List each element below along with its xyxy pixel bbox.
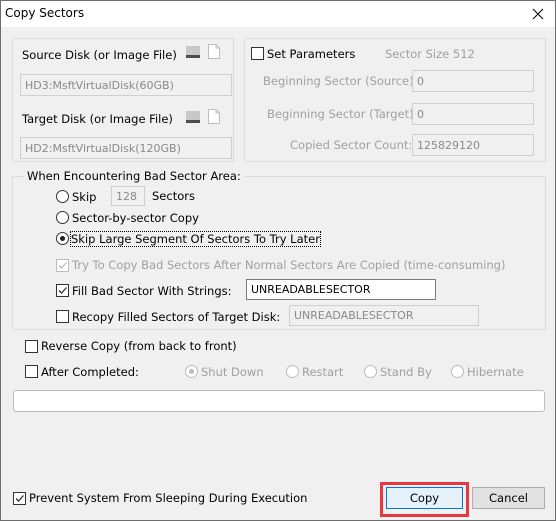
try-copy-bad-sectors-checkbox[interactable] <box>56 259 69 272</box>
beginning-sector-target-label: Beginning Sector (Target): <box>267 107 418 121</box>
file-icon <box>208 109 220 124</box>
shut-down-label: Shut Down <box>201 365 264 379</box>
source-disk-field[interactable]: HD3:MsftVirtualDisk(60GB) <box>20 74 232 96</box>
after-completed-checkbox[interactable] <box>25 365 38 378</box>
fill-bad-sector-checkbox[interactable] <box>56 284 69 297</box>
progress-bar <box>13 390 545 412</box>
set-parameters-checkbox[interactable] <box>251 47 264 60</box>
recopy-string-field[interactable]: UNREADABLESECTOR <box>289 305 479 326</box>
copy-sectors-dialog: Copy Sectors Source Disk (or Image File)… <box>0 0 556 521</box>
after-completed-label: After Completed: <box>41 365 139 379</box>
source-image-file-button[interactable] <box>208 44 220 62</box>
restart-radio[interactable] <box>286 365 299 378</box>
shut-down-radio[interactable] <box>185 365 198 378</box>
copied-sector-count-field[interactable]: 125829120 <box>412 134 534 156</box>
target-image-file-button[interactable] <box>208 109 220 127</box>
recopy-filled-sectors-label: Recopy Filled Sectors of Target Disk: <box>72 310 281 324</box>
fill-string-field[interactable]: UNREADABLESECTOR <box>246 279 436 300</box>
source-disk-picker-button[interactable] <box>185 45 201 62</box>
skip-large-segment-radio[interactable] <box>56 232 69 245</box>
restart-label: Restart <box>302 365 344 379</box>
source-disk-label: Source Disk (or Image File) <box>22 48 177 62</box>
sector-by-sector-radio[interactable] <box>56 211 69 224</box>
title-bar: Copy Sectors <box>1 1 555 27</box>
skip-large-segment-label: Skip Large Segment Of Sectors To Try Lat… <box>70 231 321 247</box>
target-disk-label: Target Disk (or Image File) <box>22 112 173 126</box>
hibernate-radio[interactable] <box>451 365 464 378</box>
prevent-sleep-checkbox[interactable] <box>13 492 26 505</box>
target-disk-field[interactable]: HD2:MsftVirtualDisk(120GB) <box>20 137 232 159</box>
try-copy-bad-sectors-label: Try To Copy Bad Sectors After Normal Sec… <box>72 258 506 272</box>
hard-disk-icon <box>186 46 200 58</box>
recopy-filled-sectors-checkbox[interactable] <box>56 310 69 323</box>
window-title: Copy Sectors <box>5 6 85 20</box>
copy-button[interactable]: Copy <box>386 487 463 509</box>
skip-radio[interactable] <box>56 190 69 203</box>
fill-bad-sector-label: Fill Bad Sector With Strings: <box>72 284 232 298</box>
stand-by-radio[interactable] <box>364 365 377 378</box>
reverse-copy-checkbox[interactable] <box>25 340 38 353</box>
bad-sector-legend: When Encountering Bad Sector Area: <box>24 169 244 183</box>
skip-label: Skip <box>72 190 97 204</box>
prevent-sleep-label: Prevent System From Sleeping During Exec… <box>29 491 308 505</box>
skip-sectors-field[interactable]: 128 <box>111 186 145 206</box>
close-button[interactable] <box>527 3 549 25</box>
copied-sector-count-label: Copied Sector Count: <box>290 138 413 152</box>
beginning-sector-source-field[interactable]: 0 <box>412 70 534 92</box>
reverse-copy-label: Reverse Copy (from back to front) <box>41 339 237 353</box>
stand-by-label: Stand By <box>380 365 432 379</box>
checkmark-icon <box>58 262 67 269</box>
skip-sectors-unit: Sectors <box>152 189 195 203</box>
sector-by-sector-label: Sector-by-sector Copy <box>72 211 199 225</box>
beginning-sector-source-label: Beginning Sector (Source): <box>263 74 418 88</box>
checkmark-icon <box>58 287 67 294</box>
file-icon <box>208 44 220 59</box>
cancel-button[interactable]: Cancel <box>472 487 545 509</box>
target-disk-picker-button[interactable] <box>185 110 201 127</box>
beginning-sector-target-field[interactable]: 0 <box>412 103 534 125</box>
sector-size-label: Sector Size 512 <box>385 47 475 61</box>
close-icon <box>532 8 544 20</box>
hard-disk-icon <box>186 111 200 123</box>
hibernate-label: Hibernate <box>467 365 524 379</box>
set-parameters-label: Set Parameters <box>267 47 356 61</box>
checkmark-icon <box>15 495 24 502</box>
